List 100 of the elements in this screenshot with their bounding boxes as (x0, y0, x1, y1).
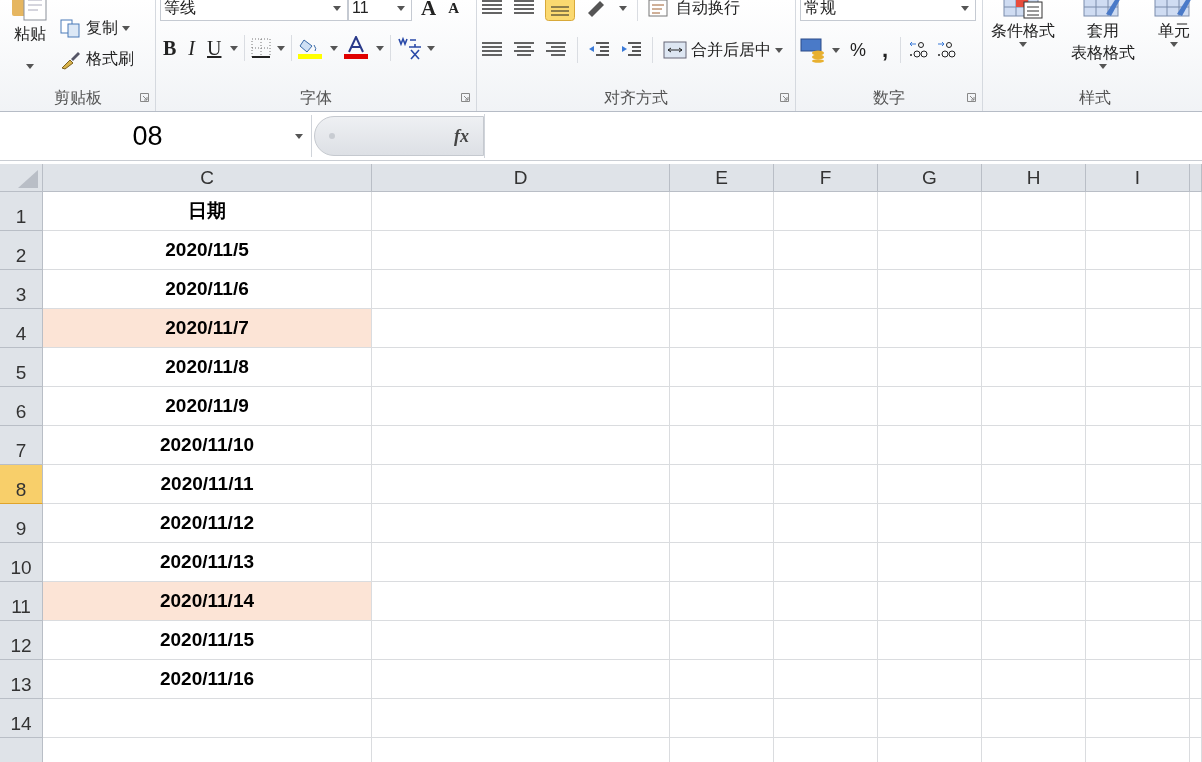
copy-button[interactable]: 复制 (60, 18, 134, 39)
table-cell: 2020/11/8 (43, 348, 372, 387)
dialog-launcher-icon[interactable] (780, 93, 789, 102)
italic-button[interactable]: I (185, 36, 198, 60)
dropdown-arrow-icon[interactable] (832, 47, 840, 53)
merge-center-button[interactable]: 合并后居中 (663, 39, 783, 61)
column-header[interactable]: H (982, 164, 1086, 192)
underline-button[interactable]: U (204, 36, 225, 60)
format-painter-button[interactable]: 格式刷 (60, 49, 134, 70)
dropdown-arrow-icon[interactable] (961, 5, 969, 11)
row-header[interactable]: 9 (0, 504, 43, 543)
align-bottom-icon[interactable] (545, 0, 575, 21)
dropdown-arrow-icon[interactable] (330, 45, 339, 51)
dropdown-arrow-icon[interactable] (277, 45, 286, 51)
row-header[interactable]: 2 (0, 231, 43, 270)
font-color-icon[interactable] (344, 36, 371, 60)
phonetic-icon[interactable] (397, 36, 422, 60)
cell-styles-button[interactable]: 单元 (1145, 0, 1202, 47)
row-header[interactable]: 10 (0, 543, 43, 582)
table-format-button[interactable]: 套用 表格格式 (1065, 0, 1141, 69)
group-label: 样式 (1078, 87, 1111, 108)
table-cell (1190, 465, 1202, 504)
row-header[interactable]: 7 (0, 426, 43, 465)
percent-button[interactable]: % (846, 39, 870, 61)
decrease-decimal-icon[interactable] (935, 40, 958, 60)
merge-cells-icon (663, 40, 687, 60)
paste-dropdown-icon[interactable] (26, 64, 34, 69)
row-header[interactable]: 3 (0, 270, 43, 309)
column-header[interactable]: C (43, 164, 372, 192)
table-cell (1190, 270, 1202, 309)
column-header[interactable]: G (878, 164, 982, 192)
dialog-launcher-icon[interactable] (461, 93, 470, 102)
shrink-font-button[interactable]: A (445, 0, 462, 17)
row-header[interactable]: 12 (0, 621, 43, 660)
border-icon[interactable] (251, 38, 272, 58)
table-cell: 2020/11/9 (43, 387, 372, 426)
bold-button[interactable]: B (160, 36, 180, 60)
align-top-icon[interactable] (481, 0, 503, 17)
align-middle-icon[interactable] (513, 0, 535, 17)
table-cell (1190, 621, 1202, 660)
column-header[interactable]: I (1086, 164, 1190, 192)
table-cell (1190, 582, 1202, 621)
font-size-field[interactable]: 11 (348, 0, 412, 21)
copy-icon (60, 18, 82, 39)
table-cell (1190, 309, 1202, 348)
group-label: 数字 (873, 87, 905, 108)
increase-decimal-icon[interactable] (907, 40, 930, 60)
dropdown-arrow-icon[interactable] (1019, 42, 1027, 47)
table-cell: 2020/11/7 (43, 309, 372, 348)
grow-font-button[interactable]: A (418, 0, 440, 21)
dropdown-arrow-icon[interactable] (427, 45, 436, 51)
currency-icon[interactable] (800, 37, 826, 63)
table-cell (1190, 543, 1202, 582)
column-header[interactable]: E (670, 164, 774, 192)
comma-style-button[interactable]: , (876, 37, 895, 63)
dropdown-arrow-icon[interactable] (230, 45, 239, 51)
row-header[interactable]: 5 (0, 348, 43, 387)
row-header[interactable]: 14 (0, 699, 43, 738)
row-header[interactable]: 8 (0, 465, 43, 504)
dialog-launcher-icon[interactable] (140, 93, 149, 102)
dropdown-arrow-icon[interactable] (376, 45, 385, 51)
dialog-launcher-icon[interactable] (967, 93, 976, 102)
table-cell: 2020/11/11 (43, 465, 372, 504)
wrap-text-button[interactable]: 自动换行 (648, 0, 740, 19)
dropdown-arrow-icon[interactable] (1170, 42, 1178, 47)
align-right-icon[interactable] (545, 41, 567, 59)
dropdown-arrow-icon[interactable] (619, 5, 627, 11)
group-label: 对齐方式 (604, 87, 668, 108)
dropdown-arrow-icon[interactable] (775, 47, 783, 53)
font-name-field[interactable]: 等线 (160, 0, 348, 21)
dropdown-arrow-icon[interactable] (295, 133, 303, 139)
column-header[interactable]: D (372, 164, 670, 192)
row-header[interactable]: 1 (0, 192, 43, 231)
table-cell: 2020/11/16 (43, 660, 372, 699)
row-header[interactable]: 11 (0, 582, 43, 621)
dropdown-arrow-icon[interactable] (1099, 64, 1107, 69)
table-cell (1190, 231, 1202, 270)
number-format-field[interactable]: 常规 (800, 0, 976, 21)
align-center-icon[interactable] (513, 41, 535, 59)
paste-button[interactable]: 粘贴 (14, 24, 46, 45)
decrease-indent-icon[interactable] (588, 41, 610, 59)
conditional-format-button[interactable]: 条件格式 (985, 0, 1061, 47)
dropdown-arrow-icon[interactable] (333, 5, 341, 11)
name-box[interactable]: 08 (0, 115, 312, 157)
align-left-icon[interactable] (481, 41, 503, 59)
row-header[interactable]: 6 (0, 387, 43, 426)
increase-indent-icon[interactable] (620, 41, 642, 59)
resize-handle-icon[interactable] (329, 133, 335, 139)
paintbrush-icon (60, 49, 82, 70)
dropdown-arrow-icon[interactable] (122, 26, 130, 31)
insert-function-button[interactable]: fx (454, 125, 469, 147)
column-header[interactable]: F (774, 164, 878, 192)
dropdown-arrow-icon[interactable] (397, 5, 405, 11)
table-cell (1190, 192, 1202, 231)
table-cell (1190, 660, 1202, 699)
row-header[interactable]: 4 (0, 309, 43, 348)
row-header[interactable]: 13 (0, 660, 43, 699)
group-label: 剪贴板 (53, 87, 102, 108)
table-cell (1190, 504, 1202, 543)
table-cell: 2020/11/15 (43, 621, 372, 660)
